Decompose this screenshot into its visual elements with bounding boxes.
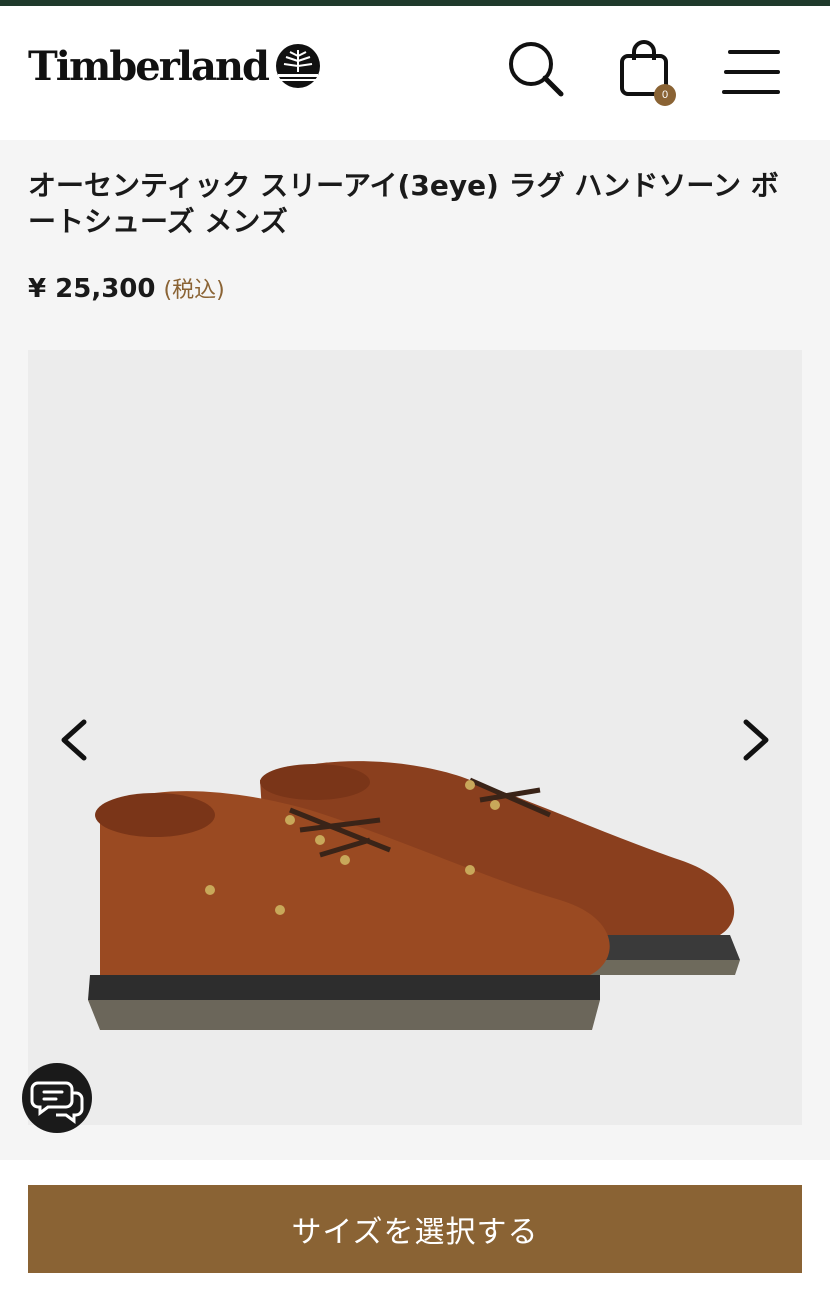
search-button[interactable] [503,36,567,100]
gallery-next-button[interactable] [726,712,782,768]
menu-button[interactable] [718,36,782,100]
price-row: ¥ 25,300 (税込) [28,272,225,304]
select-size-button[interactable]: サイズを選択する [28,1185,802,1273]
tree-logo-icon [275,44,320,88]
chat-button[interactable] [22,1063,92,1133]
product-image [88,761,740,1030]
brand-wordmark: Timberland [28,42,270,90]
menu-icon [722,50,780,94]
brand-logo[interactable]: Timberland [28,36,324,96]
product-title: オーセンティック スリーアイ(3eye) ラグ ハンドソーン ボートシューズ メ… [28,169,779,238]
product-price: ¥ 25,300 [28,274,156,304]
search-icon [509,42,564,97]
tax-note: (税込) [163,278,225,303]
cart-count-badge: 0 [654,84,676,106]
gallery-prev-button[interactable] [48,712,104,768]
chevron-left-icon [61,719,87,761]
chat-icon [30,1081,84,1124]
chevron-right-icon [743,719,769,761]
